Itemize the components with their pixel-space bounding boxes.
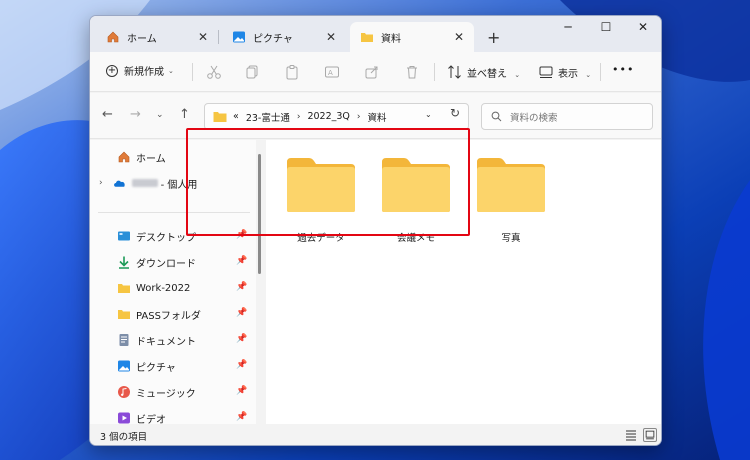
home-icon [106, 30, 120, 44]
minimize-button[interactable]: ─ [548, 20, 588, 34]
sidebar-item-label: ビデオ [136, 414, 166, 425]
sidebar-item-documents[interactable]: ドキュメント 📌 [90, 328, 256, 352]
search-icon [491, 111, 502, 122]
pin-icon[interactable]: 📌 [236, 360, 247, 370]
status-bar: 3 個の項目 [90, 424, 661, 445]
search-box[interactable]: 資料の検索 [481, 103, 653, 130]
sidebar-item-downloads[interactable]: ダウンロード 📌 [90, 250, 256, 274]
tab-documents-folder[interactable]: 資料 ✕ [350, 22, 474, 52]
sidebar-item-label: Work-2022 [136, 282, 191, 294]
pin-icon[interactable]: 📌 [236, 334, 247, 344]
item-count: 3 個の項目 [100, 431, 148, 443]
tab-label: ホーム [127, 33, 157, 45]
search-placeholder: 資料の検索 [510, 112, 558, 124]
tab-pictures[interactable]: ピクチャ ✕ [222, 22, 346, 52]
rename-icon[interactable]: A [324, 64, 340, 80]
pin-icon[interactable]: 📌 [236, 282, 247, 292]
music-icon [117, 385, 131, 399]
sort-icon [448, 65, 461, 79]
highlight-box [186, 128, 470, 236]
chevron-down-icon: ⌄ [585, 71, 592, 79]
chevron-down-icon: ⌄ [514, 71, 521, 79]
folder-name: 写真 [501, 233, 521, 244]
sort-button-label: 並べ替え [467, 69, 507, 80]
folder-icon [117, 281, 131, 295]
close-tab-icon[interactable]: ✕ [198, 30, 208, 44]
close-tab-icon[interactable]: ✕ [454, 30, 464, 44]
tab-bar: ホーム ✕ ピクチャ ✕ 資料 ✕ + ─ ☐ ✕ [90, 16, 661, 52]
back-arrow-icon[interactable]: ← [102, 107, 113, 122]
sidebar-item-label: ドキュメント [136, 336, 196, 348]
view-icon [539, 66, 553, 78]
svg-text:A: A [328, 69, 333, 77]
recent-locations-chevron-icon[interactable]: ⌄ [156, 110, 164, 120]
tab-home[interactable]: ホーム ✕ [96, 22, 219, 52]
desktop-icon [117, 229, 131, 243]
tab-label: 資料 [381, 33, 401, 45]
download-icon [117, 255, 131, 269]
new-button-label: 新規作成 [124, 67, 164, 78]
folder-icon [117, 307, 131, 321]
large-icons-view-icon[interactable] [643, 428, 657, 442]
copy-icon[interactable] [244, 64, 260, 80]
sidebar-item-pass-folder[interactable]: PASSフォルダ 📌 [90, 302, 256, 326]
address-history-chevron-icon[interactable]: ⌄ [425, 110, 432, 119]
pictures-icon [232, 30, 246, 44]
breadcrumb-separator[interactable]: › [357, 112, 361, 122]
pin-icon[interactable]: 📌 [236, 308, 247, 318]
up-arrow-icon[interactable]: ↑ [179, 107, 190, 122]
onedrive-cloud-icon [113, 176, 127, 190]
divider [600, 63, 601, 81]
forward-arrow-icon[interactable]: → [130, 107, 141, 122]
sidebar-item-pictures[interactable]: ピクチャ 📌 [90, 354, 256, 378]
folder-icon [360, 30, 374, 44]
sidebar-item-label: ピクチャ [136, 362, 176, 374]
pin-icon[interactable]: 📌 [236, 256, 247, 266]
more-options-button[interactable]: ••• [612, 63, 634, 76]
new-button[interactable]: + 新規作成 ⌄ [106, 63, 174, 78]
divider [192, 63, 193, 81]
sidebar-item-music[interactable]: ミュージック 📌 [90, 380, 256, 404]
breadcrumb-item[interactable]: 資料 [368, 110, 387, 124]
maximize-button[interactable]: ☐ [586, 20, 626, 34]
view-button-label: 表示 [558, 69, 578, 80]
blurred-account-name [131, 179, 158, 187]
view-button[interactable]: 表示 ⌄ [558, 65, 591, 80]
video-icon [117, 411, 131, 424]
cut-icon[interactable] [206, 64, 222, 80]
breadcrumb-item[interactable]: 2022_3Q [307, 111, 349, 122]
sidebar-item-label: ホーム [136, 153, 166, 165]
sidebar-item-work-2022[interactable]: Work-2022 📌 [90, 276, 256, 300]
close-window-button[interactable]: ✕ [623, 20, 661, 34]
paste-icon[interactable] [284, 64, 300, 80]
pin-icon[interactable]: 📌 [236, 386, 247, 396]
sidebar-item-label: ダウンロード [136, 258, 196, 270]
documents-icon [117, 333, 131, 347]
close-tab-icon[interactable]: ✕ [326, 30, 336, 44]
plus-circle-icon: + [106, 64, 118, 77]
divider [434, 63, 435, 81]
sort-button[interactable]: 並べ替え ⌄ [467, 65, 520, 80]
share-icon[interactable] [364, 64, 380, 80]
refresh-icon[interactable]: ↻ [450, 106, 460, 120]
pin-icon[interactable]: 📌 [236, 412, 247, 422]
pictures-icon [117, 359, 131, 373]
chevron-down-icon: ⌄ [168, 66, 174, 75]
new-tab-button[interactable]: + [487, 28, 500, 47]
details-view-icon[interactable] [624, 428, 638, 442]
folder-item[interactable]: 写真 [474, 156, 548, 246]
home-icon [117, 150, 131, 164]
folder-icon [477, 158, 545, 212]
breadcrumb-item[interactable]: 23-富士通 [246, 110, 290, 124]
breadcrumb-separator[interactable]: › [297, 112, 301, 122]
breadcrumb-overflow[interactable]: « [233, 111, 239, 122]
delete-icon[interactable] [404, 64, 420, 80]
command-bar: + 新規作成 ⌄ A 並べ替え ⌄ 表示 ⌄ ••• [90, 52, 661, 92]
tab-label: ピクチャ [253, 33, 293, 45]
sidebar-item-label: ミュージック [136, 388, 196, 400]
sidebar-item-videos[interactable]: ビデオ 📌 [90, 406, 256, 424]
sidebar-item-label: PASSフォルダ [136, 310, 201, 322]
chevron-right-icon[interactable]: › [99, 178, 103, 188]
folder-icon [213, 111, 227, 123]
